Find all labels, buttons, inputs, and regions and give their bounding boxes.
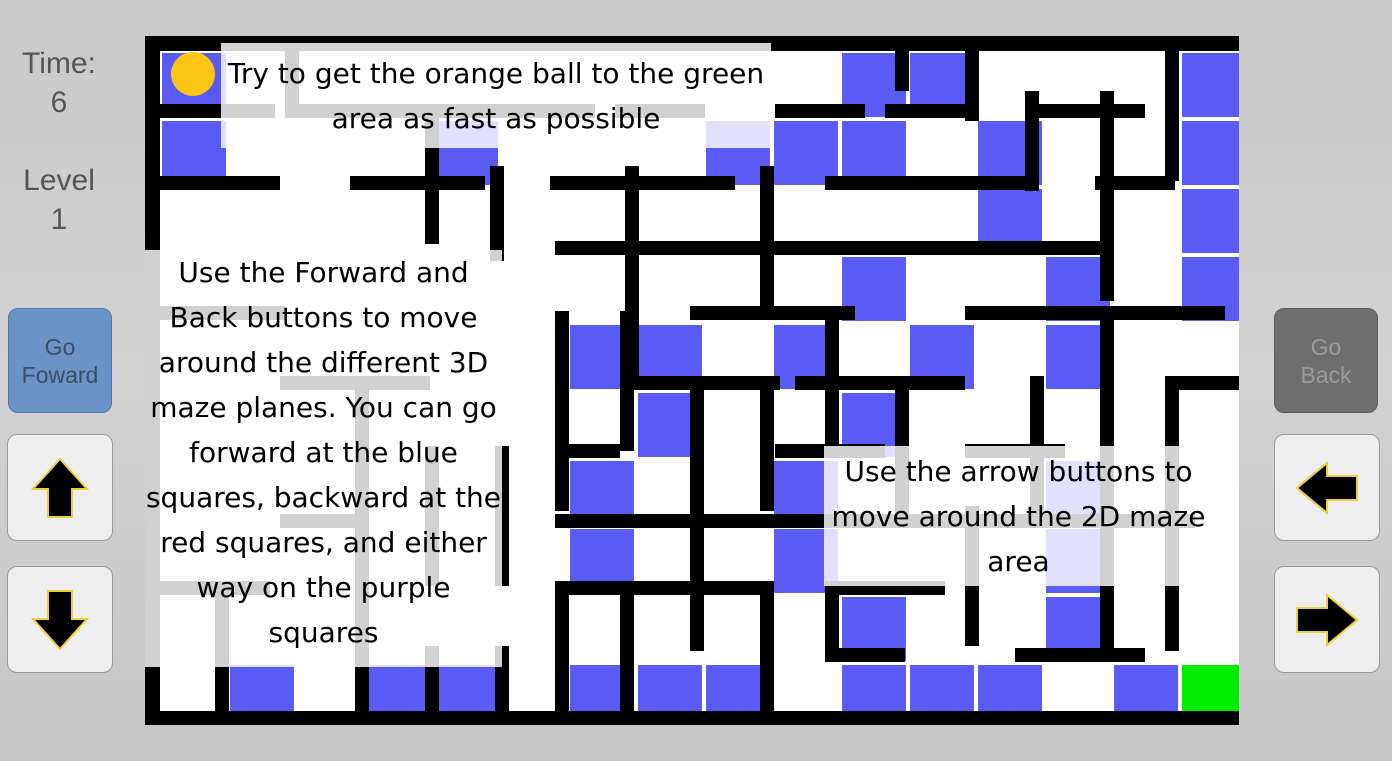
forward-square [162,121,226,185]
maze-wall [825,176,1035,190]
maze-wall [1165,36,1179,181]
instruction-goal: Try to get the orange ball to the green … [221,43,771,148]
forward-square [1182,121,1239,185]
time-value: 6 [50,86,68,119]
arrow-left-icon [1295,460,1358,515]
level-label: Level [23,164,95,197]
level-value: 1 [50,203,68,236]
maze-wall [835,241,915,255]
arrow-up-icon [30,457,90,518]
maze-wall [690,581,704,651]
instruction-arrows: Use the arrow buttons to move around the… [824,446,1213,586]
maze-wall [885,104,965,118]
maze-wall [1025,91,1039,191]
maze-wall [1100,91,1114,301]
maze-wall [620,581,634,721]
maze-wall [690,376,704,581]
maze-wall [760,166,774,311]
maze-wall [760,376,774,511]
maze-wall [825,581,839,661]
maze-wall [490,166,504,261]
forward-square [1182,189,1239,253]
forward-square [842,121,906,185]
arrow-down-icon [30,589,90,650]
maze-wall [760,581,774,721]
maze-wall [555,581,569,721]
maze-wall [825,311,839,451]
left-button[interactable] [1274,434,1380,541]
right-button[interactable] [1274,566,1380,673]
up-button[interactable] [7,434,113,541]
forward-square [1182,53,1239,117]
go-back-label: Go Back [1300,333,1352,388]
go-forward-button[interactable]: Go Foward [8,308,112,413]
down-button[interactable] [7,566,113,673]
maze-wall [775,104,865,118]
go-forward-label: Go Foward [21,333,99,388]
maze-wall [160,176,280,190]
maze-wall [350,176,485,190]
maze-wall [895,36,909,91]
maze-wall [965,36,979,121]
maze-wall [1025,104,1145,118]
maze-wall [1015,648,1145,662]
maze-wall [1100,581,1114,651]
maze-wall [565,581,770,595]
forward-square [774,121,838,185]
maze-wall [795,376,965,390]
go-back-button[interactable]: Go Back [1274,308,1378,413]
arrow-right-icon [1296,592,1359,647]
ball-icon [171,52,215,96]
time-label: Time: [22,47,96,80]
maze-wall [620,311,634,451]
instruction-planes: Use the Forward and Back buttons to move… [145,250,502,667]
maze-wall [555,311,569,511]
maze-wall [145,711,1239,725]
maze-wall [965,306,1225,320]
